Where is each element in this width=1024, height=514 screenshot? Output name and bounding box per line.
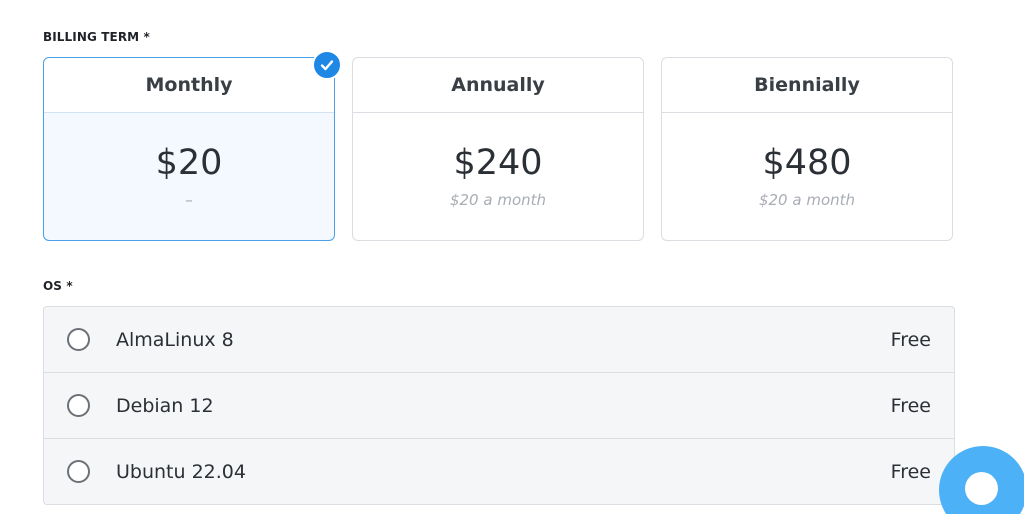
- radio-button[interactable]: [67, 460, 90, 483]
- os-name: Ubuntu 22.04: [116, 460, 246, 483]
- term-name: Biennially: [662, 58, 952, 113]
- os-price: Free: [890, 394, 931, 417]
- os-price: Free: [890, 328, 931, 351]
- billing-term-options: Monthly $20 – Annually $240 $20 a month …: [43, 50, 955, 243]
- os-option-debian[interactable]: Debian 12 Free: [44, 373, 954, 439]
- term-price: $480: [762, 143, 852, 183]
- checkmark-icon: [312, 50, 342, 80]
- radio-button[interactable]: [67, 394, 90, 417]
- chat-icon: [965, 472, 998, 505]
- term-monthly-equivalent: –: [185, 191, 193, 209]
- term-price: $20: [155, 143, 223, 183]
- term-card-biennially[interactable]: Biennially $480 $20 a month: [661, 57, 953, 241]
- os-option-list: AlmaLinux 8 Free Debian 12 Free Ubuntu 2…: [43, 306, 955, 505]
- term-name: Annually: [353, 58, 643, 113]
- term-card-monthly[interactable]: Monthly $20 –: [43, 50, 342, 241]
- term-price: $240: [453, 143, 543, 183]
- os-option-ubuntu[interactable]: Ubuntu 22.04 Free: [44, 439, 954, 504]
- order-config-page: BILLING TERM * Monthly $20 – Annually $2…: [0, 0, 1024, 514]
- term-name: Monthly: [44, 58, 334, 113]
- term-monthly-equivalent: $20 a month: [449, 191, 547, 209]
- os-price: Free: [890, 460, 931, 483]
- term-monthly-equivalent: $20 a month: [758, 191, 856, 209]
- os-option-almalinux[interactable]: AlmaLinux 8 Free: [44, 307, 954, 373]
- radio-button[interactable]: [67, 328, 90, 351]
- os-name: AlmaLinux 8: [116, 328, 234, 351]
- billing-term-label: BILLING TERM *: [43, 30, 150, 44]
- term-card-annually[interactable]: Annually $240 $20 a month: [352, 57, 644, 241]
- os-label: OS *: [43, 279, 73, 293]
- os-name: Debian 12: [116, 394, 214, 417]
